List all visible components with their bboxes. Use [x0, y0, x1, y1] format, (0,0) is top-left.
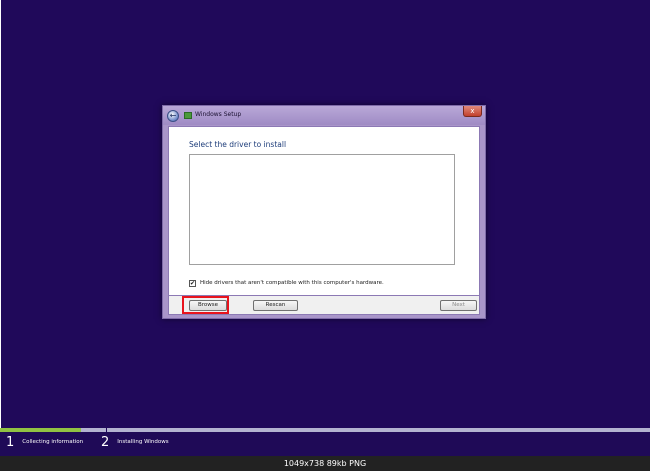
step-collecting-information: 1 Collecting information	[6, 435, 83, 450]
title-bar: ← Windows Setup x	[163, 106, 485, 125]
hide-drivers-option[interactable]: ✔ Hide drivers that aren't compatible wi…	[189, 279, 384, 287]
page-title: Select the driver to install	[189, 140, 287, 149]
dialog-content: Select the driver to install ✔ Hide driv…	[168, 126, 480, 296]
browse-highlight-box	[182, 296, 229, 314]
step-number: 2	[101, 435, 110, 450]
image-caption: 1049x738 89kb PNG	[0, 456, 650, 471]
back-arrow-icon[interactable]: ←	[167, 110, 179, 122]
setup-steps: 1 Collecting information 2 Installing Wi…	[0, 432, 650, 456]
window-title: Windows Setup	[195, 111, 242, 118]
driver-list[interactable]	[189, 154, 455, 265]
step-label: Installing Windows	[117, 439, 169, 445]
windows-setup-icon	[184, 112, 192, 119]
step-label: Collecting information	[22, 439, 84, 445]
rescan-button[interactable]: Rescan	[253, 300, 298, 311]
close-button[interactable]: x	[463, 106, 482, 117]
windows-setup-dialog: ← Windows Setup x Select the driver to i…	[162, 105, 486, 319]
hide-drivers-checkbox[interactable]: ✔	[189, 279, 196, 287]
next-button[interactable]: Next	[440, 300, 477, 311]
hide-drivers-label[interactable]: Hide drivers that aren't compatible with…	[200, 280, 384, 286]
step-number: 1	[6, 435, 15, 450]
step-installing-windows: 2 Installing Windows	[101, 435, 169, 450]
